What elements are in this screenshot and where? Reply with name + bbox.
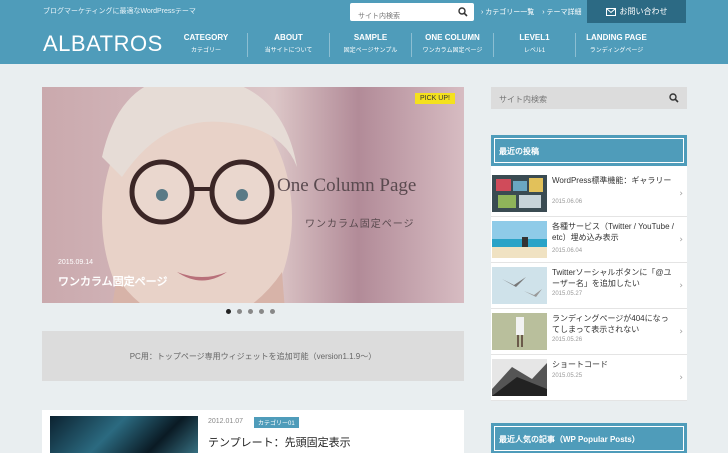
nav-item-label: LANDING PAGE bbox=[586, 33, 647, 42]
slider-dot[interactable] bbox=[248, 309, 253, 314]
post-date: 2015.05.26 bbox=[552, 337, 583, 343]
slider-dot[interactable] bbox=[237, 309, 242, 314]
popular-posts-widget: 最近人気の記事（WP Popular Posts） bbox=[491, 423, 687, 453]
header-link-categories[interactable]: › カテゴリー一覧 bbox=[481, 7, 534, 17]
post-thumbnail bbox=[492, 267, 547, 304]
article-category-badge[interactable]: カテゴリー01 bbox=[254, 417, 299, 428]
nav-item-label: SAMPLE bbox=[353, 33, 388, 42]
post-date: 2015.06.04 bbox=[552, 248, 583, 254]
slide-title: One Column Page bbox=[277, 175, 417, 196]
widget-header: 最近人気の記事（WP Popular Posts） bbox=[491, 423, 687, 453]
post-title: Twitterソーシャルボタンに「@ユーザー名」を追加したい bbox=[552, 268, 672, 288]
nav-item-sublabel: ランディングページ bbox=[589, 48, 644, 54]
slide-subtitle: ワンカラム固定ページ bbox=[305, 219, 415, 230]
sidebar-search-input[interactable] bbox=[491, 88, 661, 111]
chevron-right-icon: › bbox=[679, 327, 683, 337]
contact-button[interactable]: お問い合わせ bbox=[587, 0, 686, 23]
slider-dot[interactable] bbox=[270, 309, 275, 314]
main-nav: CATEGORY カテゴリー ABOUT 当サイトについて SAMPLE 固定ペ… bbox=[165, 33, 657, 57]
widget-text: PC用：トップページ専用ウィジェットを追加可能（version1.1.9〜） bbox=[129, 351, 377, 361]
post-thumbnail bbox=[492, 175, 547, 212]
nav-item-category[interactable]: CATEGORY カテゴリー bbox=[165, 33, 247, 57]
article-title[interactable]: テンプレート：先頭固定表示 bbox=[208, 434, 351, 450]
widget-title: 最近の投稿 bbox=[499, 147, 539, 156]
header-search-input[interactable] bbox=[350, 7, 450, 26]
chevron-right-icon: › bbox=[679, 189, 683, 199]
nav-item-sublabel: 固定ページサンプル bbox=[343, 48, 398, 54]
nav-item-sublabel: 当サイトについて bbox=[264, 48, 313, 54]
article-date: 2012.01.07 bbox=[208, 418, 244, 425]
list-item[interactable]: ランディングページが404になってしまって表示されない 2015.05.26 › bbox=[491, 309, 687, 355]
search-icon[interactable] bbox=[458, 7, 468, 17]
nav-item-about[interactable]: ABOUT 当サイトについて bbox=[247, 33, 329, 57]
list-item[interactable]: ショートコード 2015.05.25 › bbox=[491, 355, 687, 401]
site-header: ブログマーケティングに最適なWordPressテーマ › カテゴリー一覧 › テ… bbox=[0, 0, 728, 64]
sidebar-search bbox=[491, 87, 687, 111]
post-date: 2015.06.06 bbox=[552, 199, 583, 205]
post-thumbnail bbox=[492, 313, 547, 350]
list-item[interactable]: 各種サービス（Twitter / YouTube / etc）埋め込み表示 20… bbox=[491, 217, 687, 263]
site-logo[interactable]: ALBATROS bbox=[43, 31, 163, 57]
nav-item-sublabel: カテゴリー bbox=[190, 48, 221, 54]
post-thumbnail bbox=[492, 221, 547, 258]
header-links: › カテゴリー一覧 › テーマ詳細 bbox=[481, 7, 582, 17]
search-icon[interactable] bbox=[669, 93, 679, 103]
list-item[interactable]: Twitterソーシャルボタンに「@ユーザー名」を追加したい 2015.05.2… bbox=[491, 263, 687, 309]
header-search bbox=[350, 3, 474, 26]
top-page-widget: PC用：トップページ専用ウィジェットを追加可能（version1.1.9〜） bbox=[42, 331, 464, 381]
post-title: ショートコード bbox=[552, 360, 608, 369]
slide-caption[interactable]: ワンカラム固定ページ bbox=[58, 273, 167, 289]
nav-item-label: CATEGORY bbox=[183, 33, 229, 42]
article-thumbnail[interactable] bbox=[50, 416, 198, 453]
slide-date: 2015.09.14 bbox=[58, 259, 94, 266]
featured-slider[interactable]: One Column Page ワンカラム固定ページ 2015.09.14 ワン… bbox=[42, 87, 464, 303]
slider-dot[interactable] bbox=[226, 309, 231, 314]
post-date: 2015.05.25 bbox=[552, 373, 583, 379]
nav-item-level1[interactable]: LEVEL1 レベル1 bbox=[493, 33, 575, 57]
widget-title: 最近人気の記事（WP Popular Posts） bbox=[499, 435, 640, 444]
post-date: 2015.05.27 bbox=[552, 291, 583, 297]
recent-posts-widget: 最近の投稿 WordPress標準機能：ギャラリー 2015.06.06 › 各… bbox=[491, 135, 687, 401]
list-item[interactable]: WordPress標準機能：ギャラリー 2015.06.06 › bbox=[491, 171, 687, 217]
widget-header: 最近の投稿 bbox=[491, 135, 687, 166]
mail-icon bbox=[605, 7, 616, 16]
slider-dots bbox=[226, 309, 275, 314]
chevron-right-icon: › bbox=[679, 281, 683, 291]
nav-item-label: LEVEL1 bbox=[519, 33, 550, 42]
post-title: 各種サービス（Twitter / YouTube / etc）埋め込み表示 bbox=[552, 222, 674, 242]
site-tagline: ブログマーケティングに最適なWordPressテーマ bbox=[43, 8, 196, 15]
nav-item-sublabel: レベル1 bbox=[523, 48, 546, 54]
nav-item-landing-page[interactable]: LANDING PAGE ランディングページ bbox=[575, 33, 657, 57]
header-link-theme-details[interactable]: › テーマ詳細 bbox=[542, 7, 581, 17]
post-title: WordPress標準機能：ギャラリー bbox=[552, 176, 672, 185]
chevron-right-icon: › bbox=[679, 235, 683, 245]
post-thumbnail bbox=[492, 359, 547, 396]
chevron-right-icon: › bbox=[679, 373, 683, 383]
nav-item-label: ONE COLUMN bbox=[425, 33, 480, 42]
nav-item-one-column[interactable]: ONE COLUMN ワンカラム固定ページ bbox=[411, 33, 493, 57]
article-card[interactable]: 2012.01.07 カテゴリー01 テンプレート：先頭固定表示 bbox=[42, 410, 464, 453]
post-title: ランディングページが404になってしまって表示されない bbox=[552, 314, 669, 334]
nav-item-label: ABOUT bbox=[274, 33, 303, 42]
slider-dot[interactable] bbox=[259, 309, 264, 314]
pickup-badge: PICK UP! bbox=[415, 93, 455, 104]
contact-button-label: お問い合わせ bbox=[619, 7, 668, 16]
nav-item-sublabel: ワンカラム固定ページ bbox=[422, 48, 483, 54]
nav-item-sample[interactable]: SAMPLE 固定ページサンプル bbox=[329, 33, 411, 57]
